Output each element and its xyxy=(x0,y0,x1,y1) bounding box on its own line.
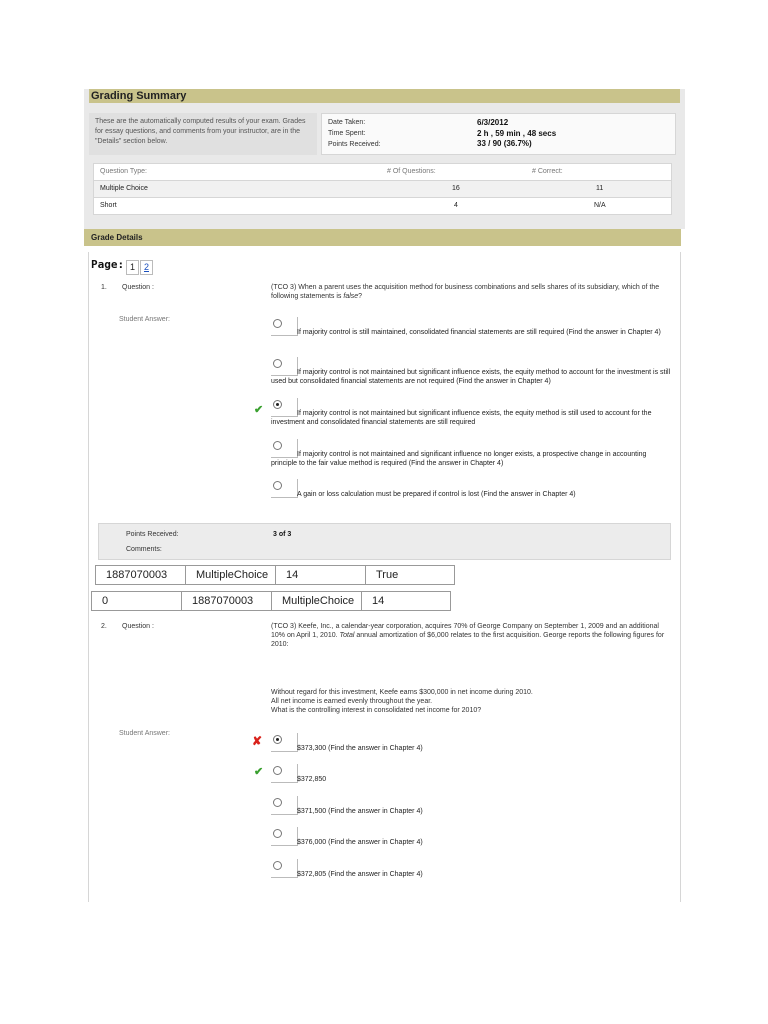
table-cell: 16 xyxy=(452,185,460,192)
exam-stats-box: Date Taken: 6/3/2012 Time Spent: 2 h , 5… xyxy=(321,113,676,155)
table-header: # Of Questions: xyxy=(387,168,436,175)
radio-button[interactable] xyxy=(273,798,282,807)
meta-cell: 14 xyxy=(361,591,451,611)
table-cell: Multiple Choice xyxy=(100,185,148,192)
question-text-part: ? xyxy=(358,293,363,300)
points-received-value: 33 / 90 (36.7%) xyxy=(477,139,532,148)
radio-button[interactable] xyxy=(273,861,282,870)
student-answer-label: Student Answer: xyxy=(119,316,170,323)
answer-option-text: $371,500 (Find the answer in Chapter 4) xyxy=(297,808,423,815)
meta-cell: MultipleChoice xyxy=(271,591,362,611)
question-label: Question : xyxy=(122,623,154,630)
points-received-label: Points Received: xyxy=(328,141,381,148)
points-received-value: 3 of 3 xyxy=(273,531,292,538)
grading-summary-title: Grading Summary xyxy=(89,89,680,103)
question-text-part: (TCO 3) When a parent uses the acquisiti… xyxy=(271,284,660,300)
table-row: Multiple Choice 16 11 xyxy=(94,181,671,198)
answer-option-text: $376,000 (Find the answer in Chapter 4) xyxy=(297,839,423,846)
page-2-link[interactable]: 2 xyxy=(140,260,153,275)
meta-cell: True xyxy=(365,565,455,585)
correct-check-icon: ✔ xyxy=(254,766,264,778)
question-followup-line: What is the controlling interest in cons… xyxy=(271,707,482,714)
question-label: Question : xyxy=(122,284,154,291)
answer-option-text: If majority control is not maintained bu… xyxy=(271,369,671,385)
table-cell: Short xyxy=(100,202,117,209)
table-cell: 11 xyxy=(596,185,604,192)
question-followup-text: Without regard for this investment, Keef… xyxy=(271,688,673,715)
radio-button-selected[interactable] xyxy=(273,400,282,409)
radio-button[interactable] xyxy=(273,829,282,838)
grade-details-title: Grade Details xyxy=(84,229,681,246)
radio-button[interactable] xyxy=(273,359,282,368)
question-text-emphasis: Total xyxy=(339,632,355,639)
radio-button-selected[interactable] xyxy=(273,735,282,744)
points-received-label: Points Received: xyxy=(126,531,179,538)
table-cell: 4 xyxy=(454,202,458,209)
answer-option-text: If majority control is not maintained bu… xyxy=(271,410,652,426)
question-followup-line: Without regard for this investment, Keef… xyxy=(271,689,533,696)
table-header: Question Type: xyxy=(100,168,147,175)
correct-check-icon: ✔ xyxy=(254,404,264,416)
time-spent-label: Time Spent: xyxy=(328,130,366,137)
table-header: # Correct: xyxy=(532,168,563,175)
table-header-row: Question Type: # Of Questions: # Correct… xyxy=(94,164,671,181)
table-row: Short 4 N/A xyxy=(94,198,671,214)
answer-option-text: If majority control is not maintained an… xyxy=(271,451,647,467)
table-cell: N/A xyxy=(594,202,606,209)
incorrect-x-icon: ✘ xyxy=(252,734,263,748)
date-taken-value: 6/3/2012 xyxy=(477,118,509,127)
answer-option-text: $372,850 xyxy=(297,776,327,783)
meta-cell: 14 xyxy=(275,565,366,585)
page-label: Page: xyxy=(91,258,125,271)
answer-option-text: If majority control is still maintained,… xyxy=(297,329,661,336)
question-text: (TCO 3) Keefe, Inc., a calendar-year cor… xyxy=(271,622,673,649)
answer-option-text: $373,300 (Find the answer in Chapter 4) xyxy=(297,745,423,752)
page-1-button[interactable]: 1 xyxy=(126,260,139,275)
question-number: 2. xyxy=(101,623,107,630)
radio-button[interactable] xyxy=(273,766,282,775)
question-text-emphasis: false xyxy=(343,293,359,300)
radio-button[interactable] xyxy=(273,441,282,450)
time-spent-value: 2 h , 59 min , 48 secs xyxy=(477,129,557,138)
radio-button[interactable] xyxy=(273,481,282,490)
grading-summary-intro: These are the automatically computed res… xyxy=(89,113,317,155)
answer-option-text: $372,805 (Find the answer in Chapter 4) xyxy=(297,871,423,878)
question-type-table: Question Type: # Of Questions: # Correct… xyxy=(93,163,672,215)
meta-cell: 1887070003 xyxy=(181,591,272,611)
student-answer-label: Student Answer: xyxy=(119,730,170,737)
date-taken-label: Date Taken: xyxy=(328,119,366,126)
answer-option-text: A gain or loss calculation must be prepa… xyxy=(297,491,576,498)
points-box: Points Received: 3 of 3 Comments: xyxy=(98,523,671,560)
radio-button[interactable] xyxy=(273,319,282,328)
meta-cell: 0 xyxy=(91,591,182,611)
question-text: (TCO 3) When a parent uses the acquisiti… xyxy=(271,283,673,301)
question-number: 1. xyxy=(101,284,107,291)
comments-label: Comments: xyxy=(126,546,162,553)
meta-cell: MultipleChoice xyxy=(185,565,276,585)
question-followup-line: All net income is earned evenly througho… xyxy=(271,698,433,705)
meta-cell: 1887070003 xyxy=(95,565,186,585)
